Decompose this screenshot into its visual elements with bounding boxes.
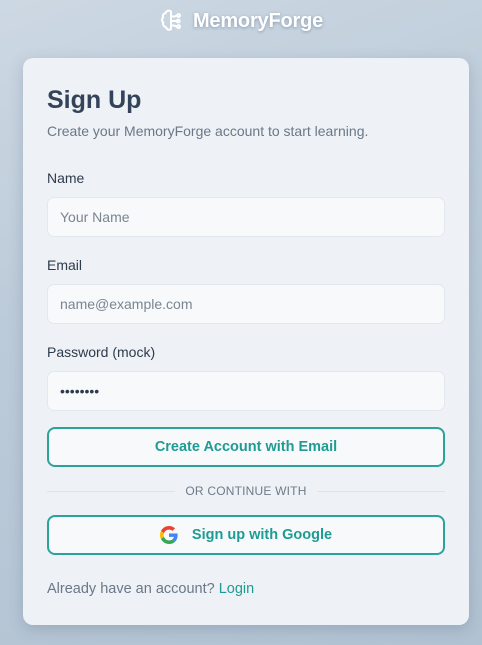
login-link[interactable]: Login xyxy=(219,581,254,597)
email-label: Email xyxy=(47,257,83,273)
signup-card: Sign Up Create your MemoryForge account … xyxy=(23,58,469,625)
brand-name: MemoryForge xyxy=(192,9,324,32)
create-account-button[interactable]: Create Account with Email xyxy=(47,427,445,467)
divider-text: OR CONTINUE WITH xyxy=(175,484,317,498)
email-input[interactable] xyxy=(47,284,445,324)
brand-header: MemoryForge xyxy=(0,6,482,36)
brain-icon xyxy=(159,8,185,34)
name-label: Name xyxy=(47,170,85,186)
divider: OR CONTINUE WITH xyxy=(47,481,445,501)
google-icon xyxy=(159,526,178,544)
google-signup-button-label: Sign up with Google xyxy=(191,527,333,543)
password-input[interactable] xyxy=(47,371,445,411)
name-input[interactable] xyxy=(47,197,445,237)
create-account-button-label: Create Account with Email xyxy=(154,439,338,455)
page-title: Sign Up xyxy=(47,86,142,114)
google-signup-button[interactable]: Sign up with Google xyxy=(47,515,445,555)
login-prompt: Already have an account? Login xyxy=(47,579,445,599)
login-prompt-text: Already have an account? xyxy=(47,581,215,597)
password-label: Password (mock) xyxy=(47,344,156,360)
page-subtitle: Create your MemoryForge account to start… xyxy=(47,123,369,139)
